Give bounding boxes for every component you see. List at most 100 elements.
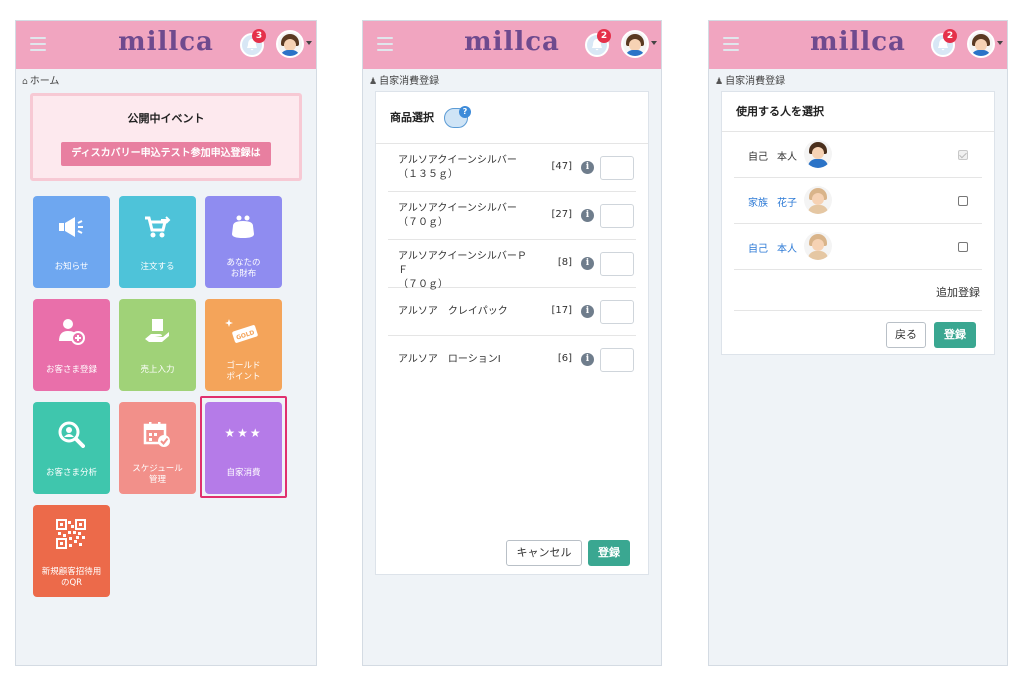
product-stock: [27]: [551, 209, 572, 220]
divider: [734, 310, 982, 311]
product-stock: [8]: [557, 257, 572, 268]
user-select-screen: millca 2 ♟ 自家消費登録 使用する人を選択 自己 本人 家族 花子 自…: [708, 20, 1008, 666]
user-name[interactable]: 花子: [777, 194, 797, 209]
register-button[interactable]: 登録: [934, 322, 976, 348]
user-checkbox[interactable]: [958, 196, 968, 206]
tile-gold-point[interactable]: GOLD ゴールド ポイント: [205, 299, 282, 391]
info-icon[interactable]: i: [581, 257, 594, 270]
gold-ticket-icon: GOLD: [225, 319, 258, 343]
product-select-title: 商品選択: [390, 111, 434, 124]
product-row: アルソア ローションI [6] i: [388, 336, 636, 384]
megaphone-icon: [59, 217, 83, 237]
quantity-input[interactable]: [600, 204, 634, 228]
product-list: アルソアクイーンシルバー （１３５ｇ） [47] i アルソアクイーンシルバー …: [388, 144, 636, 384]
event-register-button[interactable]: ディスカバリー申込テスト参加申込登録は: [61, 142, 271, 166]
user-avatar[interactable]: [967, 30, 995, 58]
app-header: millca 2: [363, 21, 661, 69]
tile-news[interactable]: お知らせ: [33, 196, 110, 288]
tile-news-label: お知らせ: [54, 262, 89, 272]
user-avatar[interactable]: [276, 30, 304, 58]
qr-code-icon: [56, 519, 86, 549]
home-screen: millca 3 ⌂ ホーム 公開中イベント ディスカバリー申込テスト参加申込登録…: [15, 20, 317, 666]
quantity-input[interactable]: [600, 252, 634, 276]
add-customer-icon: [59, 319, 85, 345]
tile-wallet[interactable]: あなたの お財布: [205, 196, 282, 288]
product-row: アルソアクイーンシルバー （１３５ｇ） [47] i: [388, 144, 636, 192]
user-row[interactable]: 自己 本人: [734, 224, 982, 270]
product-name: アルソアクイーンシルバーＰＦ （７０ｇ）: [398, 251, 527, 290]
app-logo[interactable]: millca: [363, 27, 661, 57]
tile-customer-analysis-label: お客さま分析: [45, 468, 97, 478]
cart-icon: [145, 216, 171, 238]
tile-customer-register[interactable]: お客さま登録: [33, 299, 110, 391]
avatar: [804, 232, 832, 260]
info-icon[interactable]: i: [581, 161, 594, 174]
event-banner: 公開中イベント ディスカバリー申込テスト参加申込登録は: [30, 93, 302, 181]
tile-customer-register-label: お客さま登録: [45, 365, 97, 375]
calendar-icon: [143, 422, 170, 447]
tile-order[interactable]: 注文する: [119, 196, 196, 288]
product-stock: [6]: [557, 353, 572, 364]
add-user-link[interactable]: 追加登録: [936, 284, 980, 300]
tile-sales-input-label: 売上入力: [140, 365, 175, 375]
user-checkbox[interactable]: [958, 242, 968, 252]
person-icon: ♟: [715, 77, 724, 87]
quantity-input[interactable]: [600, 348, 634, 372]
chevron-down-icon[interactable]: [997, 41, 1003, 45]
app-header: millca 2: [709, 21, 1007, 69]
quantity-input[interactable]: [600, 156, 634, 180]
tile-new-customer-qr[interactable]: 新規顧客招待用 のQR: [33, 505, 110, 597]
tile-customer-analysis[interactable]: お客さま分析: [33, 402, 110, 494]
tile-new-customer-qr-label: 新規顧客招待用 のQR: [41, 567, 102, 588]
help-bubble-icon[interactable]: ?: [444, 106, 471, 128]
product-name: アルソア ローションI: [398, 354, 501, 365]
info-icon[interactable]: i: [581, 353, 594, 366]
quantity-input[interactable]: [600, 300, 634, 324]
chevron-down-icon[interactable]: [306, 41, 312, 45]
app-logo[interactable]: millca: [16, 27, 316, 57]
user-relation: 自己: [748, 152, 768, 163]
info-icon[interactable]: i: [581, 209, 594, 222]
breadcrumb: ♟ 自家消費登録: [709, 69, 1007, 87]
tile-schedule[interactable]: スケジュール 管理: [119, 402, 196, 494]
user-relation[interactable]: 自己: [748, 240, 768, 255]
event-title: 公開中イベント: [127, 112, 205, 125]
product-row: アルソアクイーンシルバーＰＦ （７０ｇ） [8] i: [388, 240, 636, 290]
product-name: アルソアクイーンシルバー （１３５ｇ）: [398, 155, 517, 180]
user-avatar[interactable]: [621, 30, 649, 58]
user-select-card: 使用する人を選択 自己 本人 家族 花子 自己 本人 追加登録 戻る 登録: [721, 91, 995, 355]
tile-order-label: 注文する: [140, 262, 175, 272]
product-select-screen: millca 2 ♟ 自家消費登録 商品選択 ? アルソアクイーンシルバー （１３…: [362, 20, 662, 666]
info-icon[interactable]: i: [581, 305, 594, 318]
home-icon[interactable]: ⌂: [22, 77, 28, 87]
product-name: アルソア クレイパック: [398, 306, 508, 317]
avatar: [804, 186, 832, 214]
user-row[interactable]: 家族 花子: [734, 178, 982, 224]
tile-wallet-label: あなたの お財布: [226, 258, 261, 279]
user-relation[interactable]: 家族: [748, 194, 768, 209]
product-stock: [17]: [551, 305, 572, 316]
breadcrumb-current: 自家消費登録: [725, 76, 786, 87]
register-button[interactable]: 登録: [588, 540, 630, 566]
user-row[interactable]: 自己 本人: [734, 132, 982, 178]
avatar: [804, 140, 832, 168]
purse-icon: [232, 215, 254, 238]
back-button[interactable]: 戻る: [886, 322, 926, 348]
customer-search-icon: [58, 421, 85, 448]
selected-tile-highlight: [200, 396, 287, 498]
chevron-down-icon[interactable]: [651, 41, 657, 45]
help-mark: ?: [459, 106, 471, 118]
product-row: アルソア クレイパック [17] i: [388, 288, 636, 336]
app-logo[interactable]: millca: [709, 27, 1007, 57]
breadcrumb-home[interactable]: ホーム: [30, 76, 60, 87]
tile-sales-input[interactable]: 売上入力: [119, 299, 196, 391]
product-row: アルソアクイーンシルバー （７０ｇ） [27] i: [388, 192, 636, 240]
product-name: アルソアクイーンシルバー （７０ｇ）: [398, 203, 517, 228]
breadcrumb: ⌂ ホーム: [16, 69, 316, 87]
cancel-button[interactable]: キャンセル: [506, 540, 582, 566]
tile-schedule-label: スケジュール 管理: [132, 464, 183, 485]
user-name[interactable]: 本人: [777, 240, 797, 255]
user-name: 本人: [777, 152, 797, 163]
notification-badge: 2: [943, 29, 957, 43]
notification-badge: 2: [597, 29, 611, 43]
